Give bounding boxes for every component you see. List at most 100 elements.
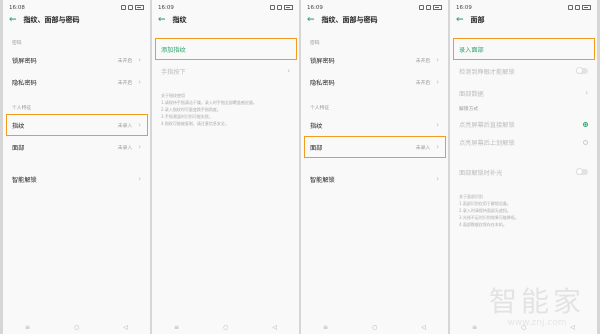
- enroll-face-row[interactable]: 录入面部: [450, 38, 597, 60]
- chevron-right-icon: ›: [436, 78, 439, 86]
- row-label: 手指按下: [161, 68, 186, 76]
- battery-icon: [284, 5, 293, 10]
- row-status: 未开启: [117, 80, 133, 86]
- section-password-label: 密码: [310, 41, 320, 46]
- row-label: 隐私密码: [310, 79, 335, 87]
- row-label: 指纹: [12, 122, 25, 130]
- wifi-icon: [128, 5, 133, 10]
- radio-selected-icon[interactable]: [583, 121, 588, 127]
- note-line: 4.指纹可能被复制，请注意信息安全。: [161, 121, 229, 126]
- row-label: 点亮屏幕后直接解锁: [459, 121, 515, 129]
- title-bar: ← 指纹、面部与密码: [301, 12, 448, 28]
- add-fingerprint-row[interactable]: 添加指纹: [152, 38, 299, 60]
- back-nav-icon[interactable]: ◁: [272, 324, 277, 331]
- section-unlock-mode-label: 解锁方式: [459, 107, 479, 112]
- note-line: 4.面部数据仅保存在本机。: [459, 222, 507, 227]
- title-bar: ← 指纹、面部与密码: [3, 12, 150, 28]
- chevron-right-icon: ›: [287, 67, 290, 75]
- chevron-right-icon: ›: [138, 175, 141, 183]
- screen-fingerprint-face-password-2: 16:09 ← 指纹、面部与密码 密码 锁屏密码 未开启 › 隐私密码 未开启 › …: [301, 0, 448, 334]
- radio-swipe-unlock-row[interactable]: 点亮屏幕后上划解锁: [450, 133, 597, 151]
- watermark-text: 智能家: [488, 285, 585, 318]
- alarm-icon: [270, 5, 275, 10]
- face-row[interactable]: 面部 未录入 ›: [301, 136, 448, 158]
- privacy-password-row[interactable]: 隐私密码 未开启 ›: [301, 71, 448, 93]
- toggle-switch[interactable]: [576, 67, 588, 74]
- note-line: 1.面部识别仅用于解锁设备。: [459, 201, 511, 206]
- row-label: 隐私密码: [12, 79, 37, 87]
- nav-bar: ≡ ○ ◁: [3, 321, 150, 334]
- note-line: 2.录入指纹时尽量变换手指角度。: [161, 107, 221, 112]
- back-nav-icon[interactable]: ◁: [421, 324, 426, 331]
- row-status: 未开启: [415, 80, 431, 86]
- privacy-password-row[interactable]: 隐私密码 未开启 ›: [3, 71, 150, 93]
- back-arrow-icon[interactable]: ←: [9, 15, 17, 25]
- row-status: 未录入: [117, 145, 133, 151]
- alarm-icon: [419, 5, 424, 10]
- page-title: 指纹、面部与密码: [321, 16, 378, 24]
- status-bar: 16:08: [3, 0, 150, 12]
- back-arrow-icon[interactable]: ←: [158, 15, 166, 25]
- face-row[interactable]: 面部 未录入 ›: [3, 136, 150, 158]
- note-line: 2.录入时请保持面部无遮挡。: [459, 208, 511, 213]
- radio-unselected-icon[interactable]: [583, 139, 588, 145]
- home-icon[interactable]: ○: [74, 324, 79, 331]
- row-status: 未录入: [117, 123, 133, 129]
- note-header: 关于指纹使用: [161, 93, 185, 98]
- home-icon[interactable]: ○: [521, 324, 526, 331]
- lock-password-row[interactable]: 锁屏密码 未开启 ›: [301, 49, 448, 71]
- recent-apps-icon[interactable]: ≡: [25, 324, 30, 331]
- title-bar: ← 指纹: [152, 12, 299, 28]
- smart-unlock-row[interactable]: 智能解锁 ›: [3, 168, 150, 190]
- add-fingerprint-label: 添加指纹: [161, 46, 186, 54]
- battery-icon: [135, 5, 144, 10]
- row-label: 面部数据: [459, 90, 484, 98]
- back-arrow-icon[interactable]: ←: [456, 15, 464, 25]
- chevron-right-icon: ›: [436, 121, 439, 129]
- home-icon[interactable]: ○: [223, 324, 228, 331]
- alarm-icon: [121, 5, 126, 10]
- enroll-face-label: 录入面部: [459, 46, 484, 54]
- section-password-label: 密码: [12, 41, 22, 46]
- title-bar: ← 面部: [450, 12, 597, 28]
- screen-face: 16:09 ← 面部 录入面部 检测到睁眼才能解锁 面部数据 › 解锁方式 点亮…: [450, 0, 597, 334]
- toggle-switch[interactable]: [576, 168, 588, 175]
- note-line: 3.手指潮湿时识别可能失败。: [161, 114, 213, 119]
- note-line: 1.请保持手指清洁干燥，录入时手指全部覆盖感应器。: [161, 100, 257, 105]
- row-status: 未开启: [415, 58, 431, 64]
- status-time: 16:08: [9, 4, 25, 11]
- fill-light-toggle-row[interactable]: 面部解锁时补光: [450, 161, 597, 183]
- face-data-row[interactable]: 面部数据 ›: [450, 82, 597, 104]
- recent-apps-icon[interactable]: ≡: [323, 324, 328, 331]
- chevron-right-icon: ›: [436, 143, 439, 151]
- recent-apps-icon[interactable]: ≡: [174, 324, 179, 331]
- note-line: 3.光线不足时识别效果可能降低。: [459, 215, 519, 220]
- lock-password-row[interactable]: 锁屏密码 未开启 ›: [3, 49, 150, 71]
- fingerprint-row[interactable]: 指纹 ›: [301, 114, 448, 136]
- back-arrow-icon[interactable]: ←: [307, 15, 315, 25]
- page-title: 指纹: [172, 16, 187, 24]
- section-biometric-label: 个人特征: [310, 106, 330, 111]
- radio-direct-unlock-row[interactable]: 点亮屏幕后直接解锁: [450, 115, 597, 133]
- section-biometric-label: 个人特征: [12, 106, 32, 111]
- wifi-icon: [575, 5, 580, 10]
- nav-bar: ≡ ○ ◁: [450, 321, 597, 334]
- status-icons: [121, 5, 144, 10]
- chevron-right-icon: ›: [138, 143, 141, 151]
- home-icon[interactable]: ○: [372, 324, 377, 331]
- row-status: 未录入: [415, 145, 431, 151]
- chevron-right-icon: ›: [138, 121, 141, 129]
- fingerprint-row[interactable]: 指纹 未录入 ›: [3, 114, 150, 136]
- row-label: 检测到睁眼才能解锁: [459, 68, 515, 76]
- chevron-right-icon: ›: [436, 175, 439, 183]
- back-nav-icon[interactable]: ◁: [570, 324, 575, 331]
- fingerprint-item-row[interactable]: 手指按下 ›: [152, 60, 299, 82]
- row-label: 面部: [12, 144, 25, 152]
- battery-icon: [433, 5, 442, 10]
- row-label: 面部: [310, 144, 323, 152]
- eyes-open-toggle-row[interactable]: 检测到睁眼才能解锁: [450, 60, 597, 82]
- nav-bar: ≡ ○ ◁: [301, 321, 448, 334]
- recent-apps-icon[interactable]: ≡: [472, 324, 477, 331]
- back-nav-icon[interactable]: ◁: [123, 324, 128, 331]
- smart-unlock-row[interactable]: 智能解锁 ›: [301, 168, 448, 190]
